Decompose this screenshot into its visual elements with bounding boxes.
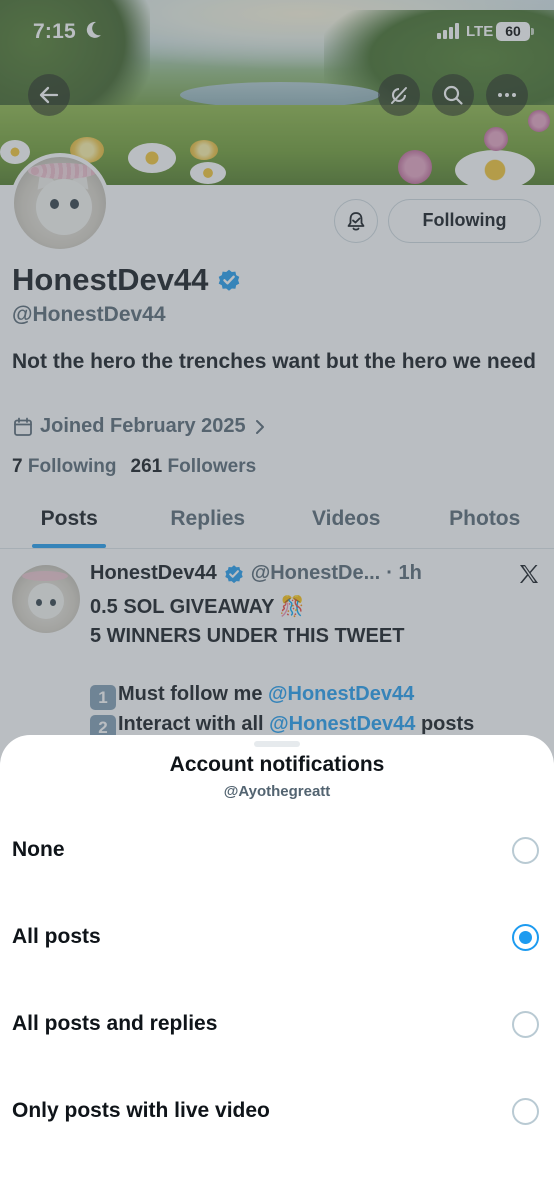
sheet-grabber[interactable] — [254, 741, 300, 747]
option-none[interactable]: None — [0, 815, 554, 885]
option-live-video[interactable]: Only posts with live video — [0, 1076, 554, 1146]
radio-button[interactable] — [512, 1098, 539, 1125]
sheet-subtitle: @Ayothegreatt — [223, 783, 331, 800]
radio-button[interactable] — [512, 837, 539, 864]
sheet-title: Account notifications — [169, 753, 385, 776]
option-label: Only posts with live video — [12, 1099, 270, 1122]
radio-button-selected[interactable] — [512, 924, 539, 951]
option-label: None — [12, 838, 65, 861]
option-all-posts[interactable]: All posts — [0, 902, 554, 972]
option-label: All posts and replies — [12, 1012, 218, 1035]
account-notifications-sheet: Account notifications @Ayothegreatt None… — [0, 735, 554, 1200]
option-all-posts-and-replies[interactable]: All posts and replies — [0, 989, 554, 1059]
option-label: All posts — [12, 925, 101, 948]
radio-button[interactable] — [512, 1011, 539, 1038]
